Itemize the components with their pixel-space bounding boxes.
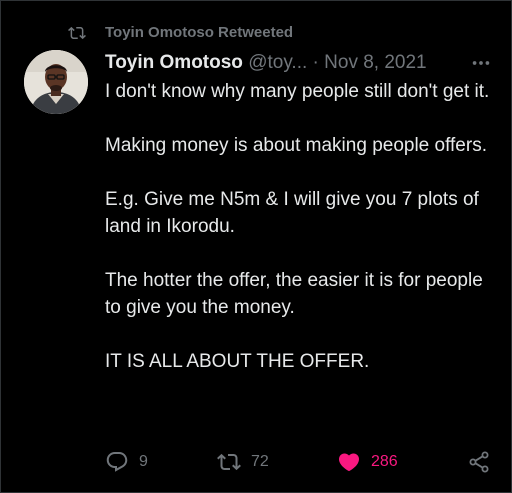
heart-filled-icon [338,453,360,472]
like-button[interactable]: 286 [337,448,398,476]
retweeted-by-label[interactable]: Toyin Omotoso Retweeted [105,24,293,41]
reply-button[interactable]: 9 [105,448,148,476]
tweet-body: I don't know why many people still don't… [105,78,500,375]
retweet-icon [68,26,86,40]
avatar[interactable] [24,50,88,114]
tweet-paragraph: Making money is about making people offe… [105,135,487,156]
tweet-date[interactable]: Nov 8, 2021 [324,52,426,73]
display-name[interactable]: Toyin Omotoso [105,52,243,73]
tweet-paragraph: I don't know why many people still don't… [105,81,490,102]
tweet-paragraph: IT IS ALL ABOUT THE OFFER. [105,351,370,372]
profile-photo [24,50,88,114]
tweet-card[interactable]: Toyin Omotoso Retweeted Toyin Omotoso @t… [0,0,512,493]
reply-count: 9 [139,453,148,470]
more-options-icon[interactable] [470,52,492,74]
like-count: 286 [371,453,398,470]
tweet-header: Toyin Omotoso @toy... · Nov 8, 2021 [105,52,495,76]
action-bar: 9 72 286 [105,448,495,476]
share-button[interactable] [467,448,491,476]
retweet-button[interactable]: 72 [217,448,269,476]
retweet-count: 72 [251,453,269,470]
retweet-icon [217,453,241,471]
share-icon [469,451,489,473]
reply-icon [106,452,128,472]
tweet-paragraph: The hotter the offer, the easier it is f… [105,270,483,318]
tweet-paragraph: E.g. Give me N5m & I will give you 7 plo… [105,189,479,237]
separator-dot: · [312,52,319,73]
handle[interactable]: @toy... [248,52,307,73]
